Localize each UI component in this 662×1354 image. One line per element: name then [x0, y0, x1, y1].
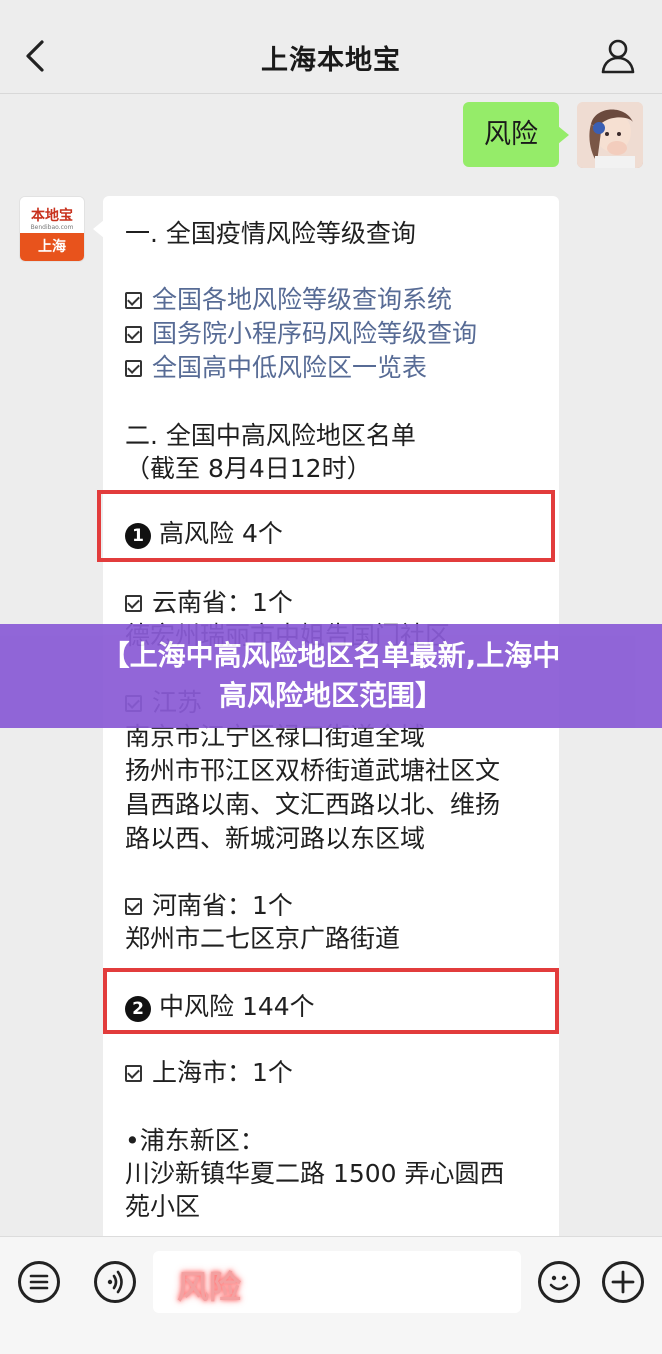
plus-icon[interactable]: [602, 1261, 644, 1303]
bot-avatar-domain: Bendibao.com: [30, 224, 74, 231]
chat-input-bar: 风险: [0, 1236, 662, 1354]
section2-title: 二. 全国中高风险地区名单: [125, 421, 416, 450]
link-risk-area-list[interactable]: 全国高中低风险区一览表: [152, 353, 427, 382]
voice-icon[interactable]: [94, 1261, 136, 1303]
province-yunnan: 云南省：1个: [125, 583, 293, 619]
province-shanghai: 上海市：1个: [125, 1053, 293, 1089]
checkbox-icon: [125, 326, 142, 343]
checkbox-icon: [125, 898, 142, 915]
area-line: 扬州市邗江区双桥街道武塘社区文: [125, 756, 501, 785]
banner-line-2: 高风险地区范围】: [218, 679, 443, 712]
chat-header: 上海本地宝: [0, 0, 662, 94]
province-label: 云南省：1个: [152, 588, 293, 617]
bot-avatar-city: 上海: [20, 233, 84, 261]
area-line: 路以西、新城河路以东区域: [125, 824, 426, 853]
area-line: 昌西路以南、文汇西路以北、维扬: [125, 790, 501, 819]
mid-risk-label: 中风险 144个: [159, 992, 315, 1021]
area-line: 苑小区: [125, 1192, 201, 1221]
number-1-icon: 1: [125, 523, 151, 549]
banner-line-1: 【上海中高风险地区名单最新,上海中: [101, 639, 561, 672]
chat-title: 上海本地宝: [261, 45, 401, 76]
user-avatar[interactable]: [577, 102, 643, 168]
province-henan: 河南省：1个: [125, 886, 293, 922]
headline-banner: 【上海中高风险地区名单最新,上海中 高风险地区范围】: [0, 624, 662, 728]
mid-risk-heading: 2 中风险 144个: [125, 987, 315, 1023]
bot-message-bubble: 一. 全国疫情风险等级查询 全国各地风险等级查询系统 国务院小程序码风险等级查询…: [93, 196, 559, 1276]
message-input-value: 风险: [177, 1268, 242, 1306]
menu-icon[interactable]: [18, 1261, 60, 1303]
link-item[interactable]: 全国高中低风险区一览表: [125, 348, 427, 384]
message-input[interactable]: 风险: [153, 1251, 521, 1313]
checkbox-icon: [125, 1065, 142, 1082]
area-henan: 郑州市二七区京广路街道: [125, 924, 401, 953]
checkbox-icon: [125, 292, 142, 309]
area-line: 川沙新镇华夏二路 1500 弄心圆西: [125, 1159, 505, 1188]
section2-date: （截至 8月4日12时）: [125, 454, 372, 483]
district-pudong: •浦东新区：: [125, 1126, 265, 1155]
user-avatar-image: [577, 102, 643, 168]
link-item[interactable]: 全国各地风险等级查询系统: [125, 280, 452, 316]
link-risk-query-system[interactable]: 全国各地风险等级查询系统: [152, 285, 452, 314]
checkbox-icon: [125, 360, 142, 377]
number-2-icon: 2: [125, 996, 151, 1022]
user-message-bubble[interactable]: 风险: [463, 102, 569, 167]
link-item[interactable]: 国务院小程序码风险等级查询: [125, 314, 477, 350]
person-icon[interactable]: [600, 38, 636, 74]
high-risk-heading: 1 高风险 4个: [125, 514, 283, 550]
emoji-icon[interactable]: [538, 1261, 580, 1303]
province-label: 河南省：1个: [152, 891, 293, 920]
bot-avatar[interactable]: 本地宝 Bendibao.com 上海: [19, 196, 85, 262]
link-state-council-miniprogram[interactable]: 国务院小程序码风险等级查询: [152, 319, 477, 348]
high-risk-label: 高风险 4个: [159, 519, 283, 548]
province-label: 上海市：1个: [152, 1058, 293, 1087]
checkbox-icon: [125, 595, 142, 612]
section1-title: 一. 全国疫情风险等级查询: [125, 219, 416, 248]
